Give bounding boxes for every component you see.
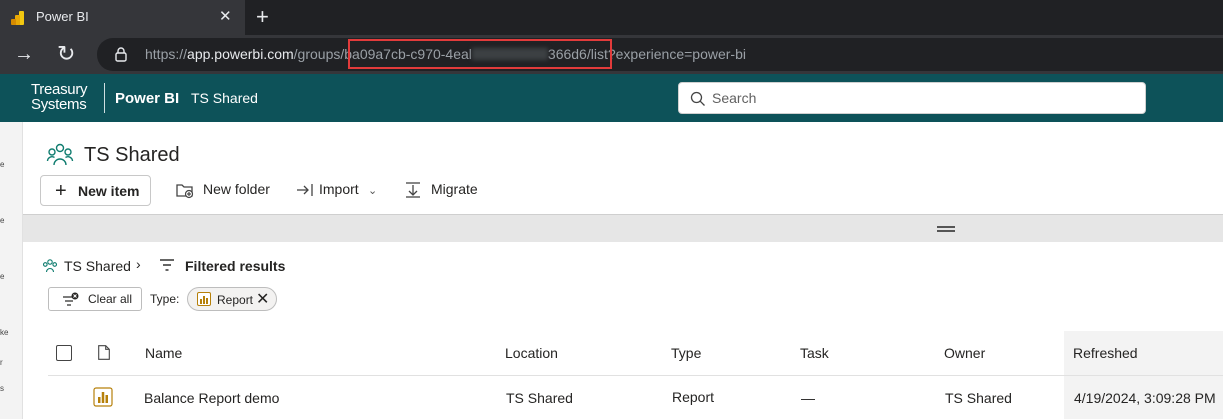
clear-all-label: Clear all xyxy=(88,292,133,306)
rail-label[interactable]: ke xyxy=(0,328,8,337)
brand-logo[interactable]: Treasury Systems xyxy=(31,81,88,113)
site-info-icon[interactable] xyxy=(113,46,129,62)
header-divider xyxy=(48,375,1223,376)
import-button[interactable]: Import xyxy=(319,181,359,197)
rail-label[interactable]: e xyxy=(0,216,4,225)
forward-icon[interactable]: → xyxy=(14,43,34,66)
tab-close-icon[interactable]: ✕ xyxy=(219,9,232,25)
row-refreshed: 4/19/2024, 3:09:28 PM xyxy=(1074,390,1216,406)
column-header-type[interactable]: Type xyxy=(671,345,701,361)
search-icon xyxy=(690,91,705,106)
rail-label[interactable]: s xyxy=(0,384,4,393)
url-highlight-box xyxy=(348,39,612,69)
new-folder-icon xyxy=(176,184,194,199)
report-icon xyxy=(93,387,113,407)
rail-label[interactable]: e xyxy=(0,160,4,169)
reload-icon[interactable]: ↻ xyxy=(57,41,75,67)
row-type: Report xyxy=(672,389,715,405)
row-location[interactable]: TS Shared xyxy=(506,390,573,406)
remove-filter-icon[interactable]: ✕ xyxy=(256,289,269,309)
splitter-handle-icon[interactable] xyxy=(937,226,955,232)
clear-all-button[interactable]: Clear all xyxy=(48,287,142,311)
brand-line-1: Treasury xyxy=(31,81,88,98)
breadcrumb-separator-icon: › xyxy=(136,256,141,272)
url-prefix: https:// xyxy=(145,46,188,62)
plus-icon: + xyxy=(55,180,67,202)
row-task: — xyxy=(801,390,815,406)
search-box[interactable] xyxy=(678,82,1146,114)
column-header-refreshed[interactable]: Refreshed xyxy=(1073,345,1138,361)
row-name-link[interactable]: Balance Report demo xyxy=(144,390,279,406)
new-item-label: New item xyxy=(78,183,140,199)
url-host: app.powerbi.com xyxy=(187,46,294,62)
select-all-checkbox[interactable] xyxy=(56,345,72,361)
document-icon xyxy=(98,345,110,360)
column-header-owner[interactable]: Owner xyxy=(944,345,985,361)
search-input[interactable] xyxy=(712,88,1132,108)
new-tab-icon[interactable]: + xyxy=(256,6,269,28)
workspace-icon xyxy=(46,143,74,166)
new-folder-button[interactable]: New folder xyxy=(203,181,270,197)
report-icon xyxy=(197,292,211,306)
migrate-button[interactable]: Migrate xyxy=(431,181,478,197)
column-header-task[interactable]: Task xyxy=(800,345,829,361)
breadcrumb-current: Filtered results xyxy=(185,258,286,274)
left-nav-rail: e e e ke r s xyxy=(0,122,23,419)
filter-icon xyxy=(160,259,174,271)
breadcrumb-workspace[interactable]: TS Shared xyxy=(64,258,131,274)
app-header: Treasury Systems Power BI TS Shared xyxy=(0,74,1223,122)
chevron-down-icon[interactable]: ⌄ xyxy=(368,184,377,197)
header-workspace-name[interactable]: TS Shared xyxy=(191,90,258,106)
brand-divider xyxy=(104,83,105,113)
type-filter-label: Type: xyxy=(150,292,180,306)
brand-line-2: Systems xyxy=(31,96,87,113)
report-chip-label: Report xyxy=(217,293,254,307)
import-icon xyxy=(297,184,313,196)
new-item-button[interactable]: + New item xyxy=(40,175,151,206)
column-header-location[interactable]: Location xyxy=(505,345,558,361)
address-bar[interactable]: https://app.powerbi.com/groups/ba09a7cb-… xyxy=(97,38,1223,71)
pane-splitter[interactable] xyxy=(23,214,1223,242)
report-filter-chip[interactable]: Report ✕ xyxy=(187,287,277,311)
rail-label[interactable]: e xyxy=(0,272,4,281)
app-name[interactable]: Power BI xyxy=(115,90,179,107)
workspace-icon xyxy=(42,259,58,273)
url-path-start: /groups/ xyxy=(293,46,345,62)
column-header-name[interactable]: Name xyxy=(145,345,182,361)
clear-filter-icon xyxy=(63,292,79,306)
page-title: TS Shared xyxy=(84,144,180,166)
powerbi-favicon-icon xyxy=(11,11,24,25)
row-owner: TS Shared xyxy=(945,390,1012,406)
rail-label[interactable]: r xyxy=(0,358,3,367)
browser-tab[interactable]: Power BI ✕ xyxy=(0,0,245,35)
browser-tab-strip: Power BI ✕ + xyxy=(0,0,1223,35)
migrate-icon xyxy=(406,182,420,198)
tab-title: Power BI xyxy=(36,9,89,24)
